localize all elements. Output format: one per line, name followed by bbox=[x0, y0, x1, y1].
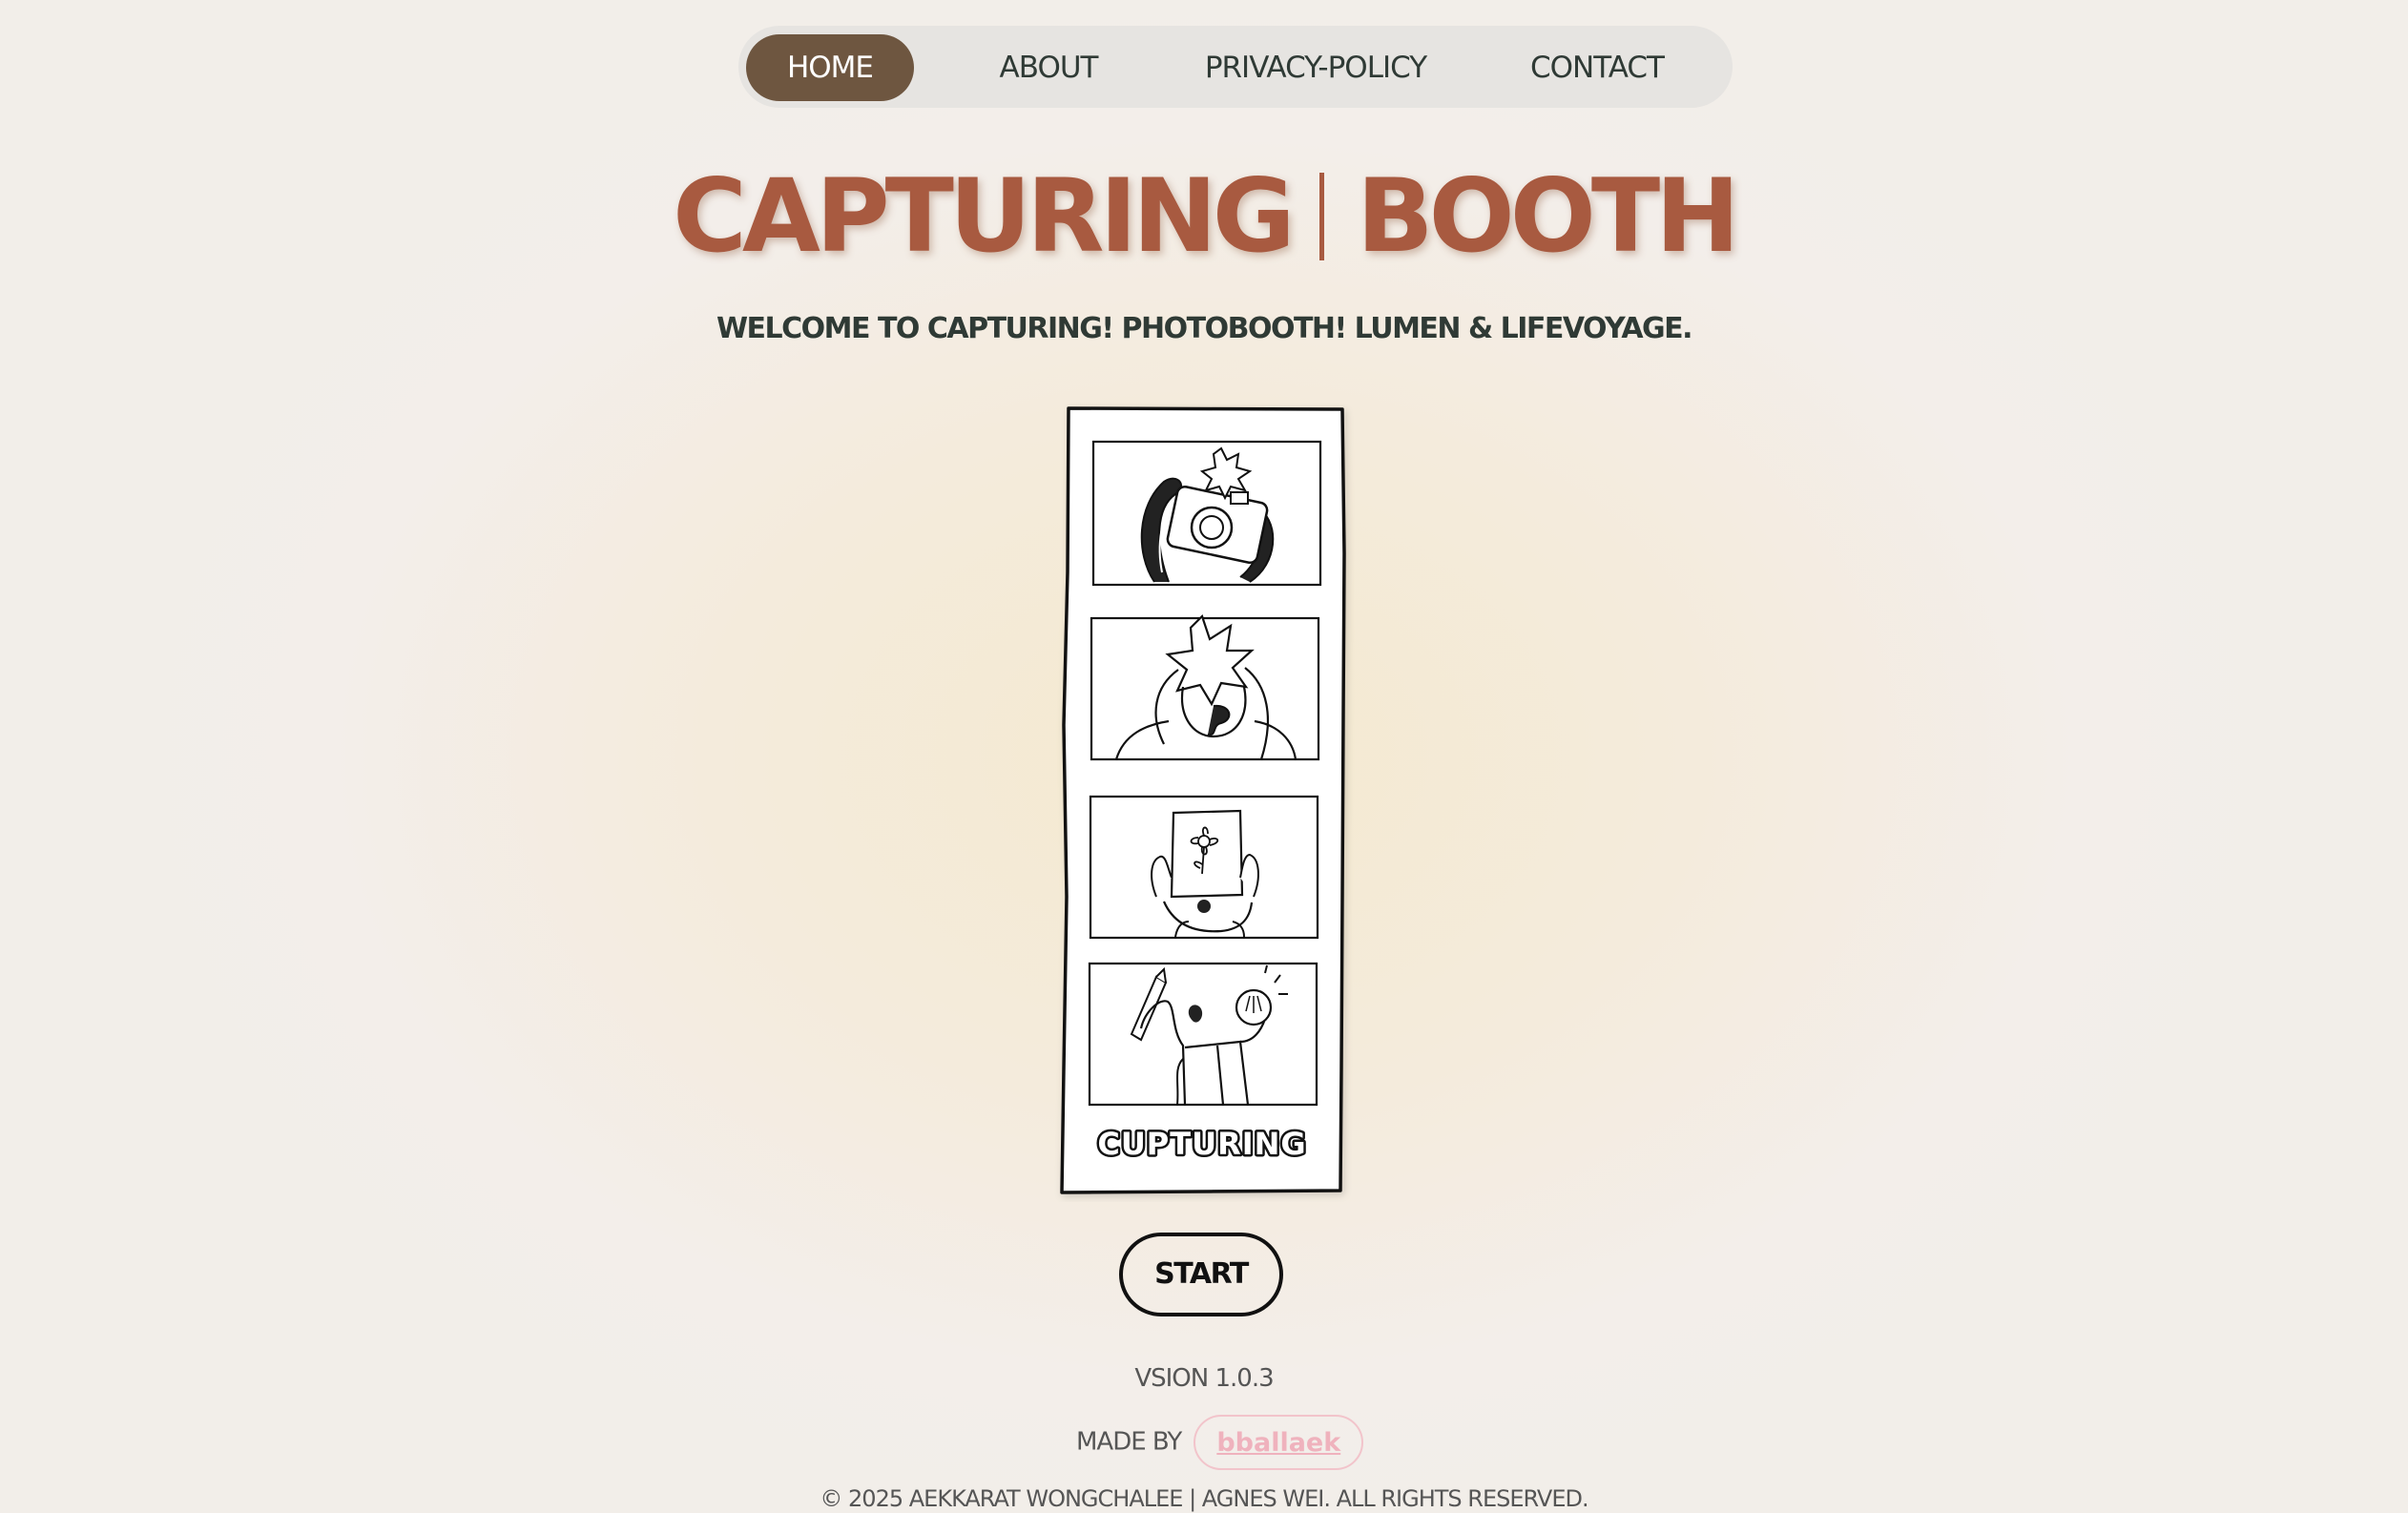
made-by-label: MADE BY bbox=[1076, 1427, 1182, 1457]
page-title: CAPTURING BOOTH bbox=[0, 157, 2408, 275]
title-divider bbox=[1318, 173, 1324, 260]
strip-caption: CUPTURING bbox=[1097, 1126, 1306, 1162]
title-booth: BOOTH bbox=[1356, 157, 1740, 275]
start-button[interactable]: START bbox=[1119, 1233, 1283, 1316]
version-text: VSION 1.0.3 bbox=[1134, 1364, 1274, 1393]
nav-contact[interactable]: CONTACT bbox=[1492, 34, 1702, 101]
nav-privacy-policy[interactable]: PRIVACY-POLICY bbox=[1182, 34, 1449, 101]
copyright-text: © 2025 AEKKARAT WONGCHALEE | AGNES WEI. … bbox=[820, 1485, 1588, 1512]
nav-about[interactable]: ABOUT bbox=[958, 34, 1139, 101]
nav-home[interactable]: HOME bbox=[746, 34, 914, 101]
top-nav: HOME ABOUT PRIVACY-POLICY CONTACT bbox=[738, 26, 1733, 108]
made-by: MADE BY bballaek bbox=[1076, 1412, 1364, 1471]
page-subtitle: WELCOME TO CAPTURING! PHOTOBOOTH! LUMEN … bbox=[716, 312, 1693, 345]
title-capturing: CAPTURING bbox=[673, 157, 1296, 275]
author-link[interactable]: bballaek bbox=[1194, 1414, 1364, 1470]
photo-strip-illustration: CUPTURING bbox=[1049, 401, 1355, 1202]
